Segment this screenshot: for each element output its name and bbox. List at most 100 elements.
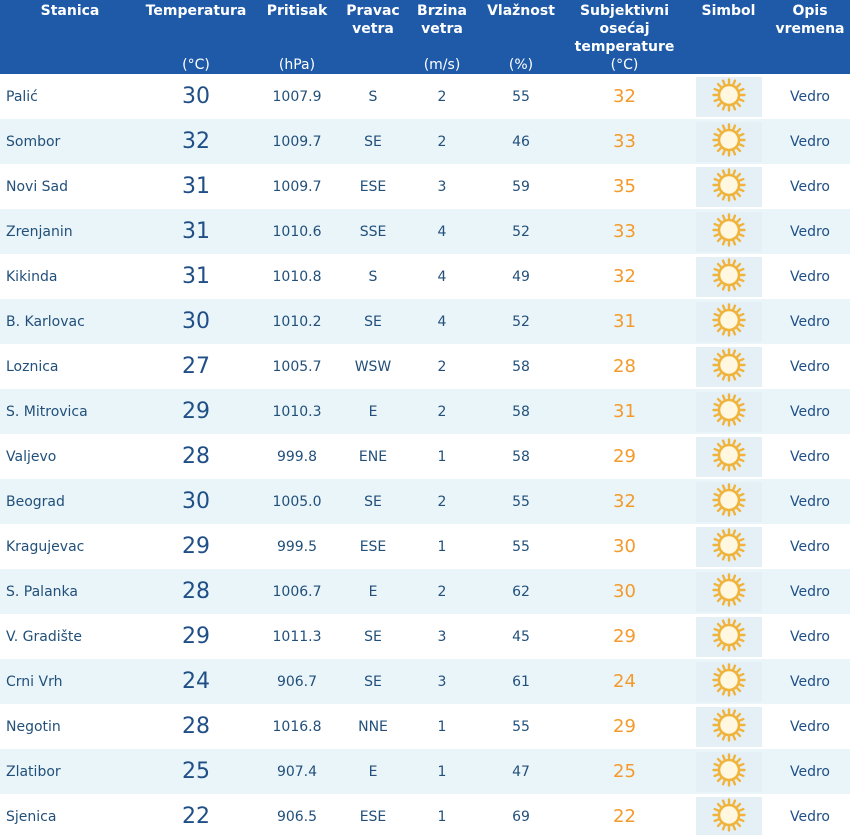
weather-description: Vedro [789,448,830,465]
pressure-value: 1009.7 [272,133,322,150]
temperature-value: 30 [182,489,210,514]
weather-symbol [687,299,770,344]
weather-description: Vedro [789,493,830,510]
feels-like-value: 32 [613,86,636,107]
weather-symbol [687,164,770,209]
weather-symbol [687,794,770,835]
temperature-value: 31 [182,174,210,199]
table-row: S. Palanka 28 1006.7 E 2 62 30 Vedro [0,569,850,614]
weather-symbol [687,569,770,614]
sun-icon [711,302,746,341]
station-name: Zlatibor [6,763,61,780]
pressure-value: 1011.3 [272,628,322,645]
sun-icon [711,707,746,746]
col-wind-speed-label-2: vetra [421,21,463,37]
weather-description: Vedro [789,628,830,645]
table-row: Loznica 27 1005.7 WSW 2 58 28 Vedro [0,344,850,389]
table-row: Kikinda 31 1010.8 S 4 49 32 Vedro [0,254,850,299]
temperature-value: 32 [182,129,210,154]
feels-like-value: 31 [613,311,636,332]
wind-speed-value: 2 [437,493,447,510]
feels-like-value: 30 [613,581,636,602]
wind-speed-value: 1 [437,808,447,825]
col-humidity: Vlažnost (%) [480,0,562,74]
feels-like-value: 22 [613,806,636,827]
table-row: S. Mitrovica 29 1010.3 E 2 58 31 Vedro [0,389,850,434]
feels-like-value: 24 [613,671,636,692]
station-name: Crni Vrh [6,673,63,690]
feels-like-value: 32 [613,491,636,512]
pressure-value: 1005.0 [272,493,322,510]
wind-direction-value: SE [364,313,382,330]
pressure-value: 1009.7 [272,178,322,195]
wind-speed-value: 3 [437,178,447,195]
col-temperature: Temperatura (°C) [140,0,252,74]
humidity-value: 46 [512,133,530,150]
wind-speed-value: 4 [437,313,447,330]
sun-icon [711,662,746,701]
weather-table: Stanica Temperatura (°C) Pritisak (hPa) … [0,0,850,835]
feels-like-value: 25 [613,761,636,782]
temperature-value: 22 [182,804,210,829]
col-feels-like-unit: (°C) [610,57,639,73]
table-row: Zlatibor 25 907.4 E 1 47 25 Vedro [0,749,850,794]
wind-direction-value: S [368,88,378,105]
table-row: Zrenjanin 31 1010.6 SSE 4 52 33 Vedro [0,209,850,254]
wind-direction-value: E [368,583,378,600]
col-temperature-unit: (°C) [182,57,210,73]
col-wind-speed-label-1: Brzina [417,3,467,19]
weather-description: Vedro [789,763,830,780]
col-pressure-unit: (hPa) [278,57,316,73]
col-station: Stanica [0,0,140,74]
wind-direction-value: ESE [359,538,387,555]
pressure-value: 1005.7 [272,358,322,375]
pressure-value: 1010.6 [272,223,322,240]
wind-direction-value: NNE [358,718,388,735]
humidity-value: 55 [512,493,530,510]
humidity-value: 47 [512,763,530,780]
table-row: Crni Vrh 24 906.7 SE 3 61 24 Vedro [0,659,850,704]
feels-like-value: 33 [613,221,636,242]
station-name: Beograd [6,493,65,510]
weather-description: Vedro [789,178,830,195]
sun-icon [711,797,746,835]
header-row: Stanica Temperatura (°C) Pritisak (hPa) … [0,0,850,74]
wind-speed-value: 4 [437,223,447,240]
humidity-value: 58 [512,448,530,465]
weather-symbol [687,524,770,569]
wind-direction-value: SE [364,673,382,690]
wind-direction-value: E [368,763,378,780]
table-row: Novi Sad 31 1009.7 ESE 3 59 35 Vedro [0,164,850,209]
station-name: Novi Sad [6,178,69,195]
sun-icon [711,122,746,161]
wind-speed-value: 2 [437,583,447,600]
humidity-value: 58 [512,403,530,420]
weather-symbol [687,209,770,254]
feels-like-value: 33 [613,131,636,152]
station-name: Loznica [6,358,59,375]
sun-icon [711,212,746,251]
wind-direction-value: SE [364,493,382,510]
station-name: Sjenica [6,808,57,825]
weather-symbol [687,659,770,704]
sun-icon [711,617,746,656]
wind-direction-value: E [368,403,378,420]
weather-description: Vedro [789,808,830,825]
table-row: Sjenica 22 906.5 ESE 1 69 22 Vedro [0,794,850,835]
pressure-value: 906.5 [276,808,318,825]
feels-like-value: 29 [613,716,636,737]
temperature-value: 27 [182,354,210,379]
weather-symbol [687,704,770,749]
weather-description: Vedro [789,133,830,150]
station-name: Sombor [6,133,61,150]
station-name: S. Mitrovica [6,403,88,420]
humidity-value: 52 [512,313,530,330]
humidity-value: 62 [512,583,530,600]
wind-speed-value: 1 [437,538,447,555]
weather-description: Vedro [789,313,830,330]
col-feels-like-label-2: osećaj [599,21,650,37]
wind-direction-value: ESE [359,808,387,825]
temperature-value: 29 [182,624,210,649]
humidity-value: 55 [512,538,530,555]
feels-like-value: 29 [613,446,636,467]
